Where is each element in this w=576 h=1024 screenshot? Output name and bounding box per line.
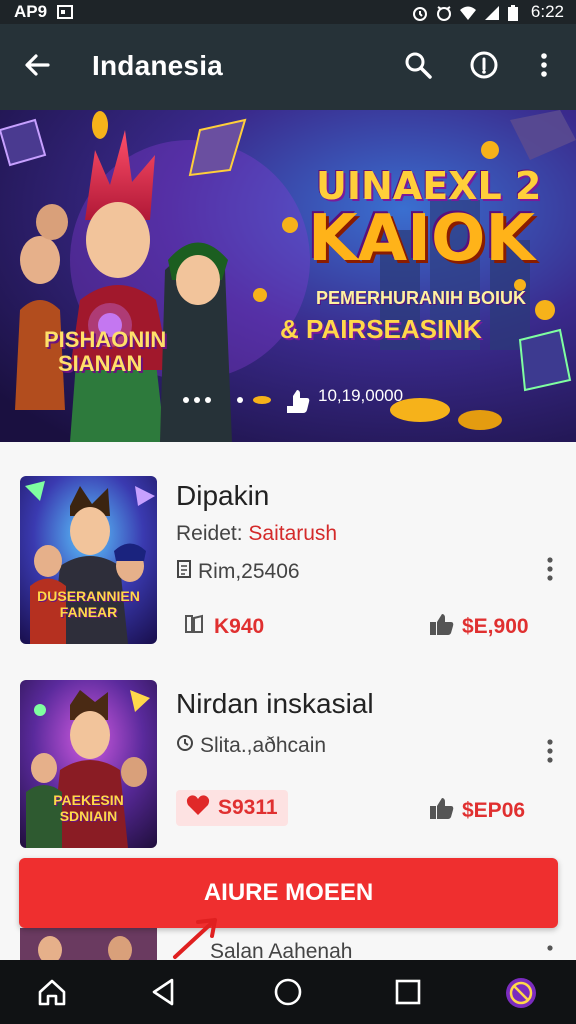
item-thumbnail[interactable]: PAEKESIN SDNIAIN [20, 680, 157, 848]
item-thumb-title-line2: SDNIAIN [59, 808, 118, 824]
item-stat-right[interactable]: $EP06 [428, 796, 525, 826]
thumbs-up-icon [428, 612, 454, 642]
nav-recents-icon[interactable] [392, 976, 424, 1008]
banner-subtitle-line2: & PAIRSEASINK [280, 314, 482, 344]
item-thumb-title: DUSERANNIEN FANEAR [24, 588, 153, 620]
banner-count: 10,19,0000 [318, 386, 404, 405]
item-meta-value: Saitarush [248, 522, 338, 545]
banner-subtitle-line1: PEMERHURANIH BOIUK [316, 288, 527, 308]
banner-artwork [0, 110, 576, 442]
status-bar: AP9 6:22 [0, 0, 576, 24]
partial-item-meta: Salan Aahenah [210, 940, 353, 960]
item-stat-right-value: $E,900 [462, 615, 529, 638]
item-stat-left-value: K940 [214, 615, 265, 638]
nav-home-circle-icon[interactable] [272, 976, 304, 1008]
page-title: Indanesia [92, 50, 223, 81]
item-thumbnail[interactable]: DUSERANNIEN FANEAR [20, 476, 157, 644]
banner-title-line2: KAIOK [308, 202, 535, 276]
heart-icon [186, 794, 210, 822]
home-icon[interactable] [36, 976, 68, 1008]
promo-banner[interactable]: UINAEXL 2 KAIOK PEMERHURANIH BOIUK & PAI… [0, 110, 576, 442]
item-stat-right-value: $EP06 [462, 799, 526, 822]
item-meta-location-text: Slita.,aðhcain [200, 734, 327, 757]
item-name[interactable]: Nirdan inskasial [176, 688, 374, 720]
item-thumb-title-line2: FANEAR [59, 604, 118, 620]
favorite-chip[interactable]: S9311 [176, 790, 288, 826]
item-meta-reidet: Reidet: Saitarush [176, 522, 337, 546]
item-meta-rim-text: Rim,25406 [198, 560, 300, 583]
document-icon [176, 560, 192, 584]
item-stat-left[interactable]: S9311 [176, 790, 288, 826]
app-shortcut-icon[interactable] [504, 976, 536, 1008]
banner-badge-line1: PISHAONIN [44, 327, 167, 352]
info-icon[interactable] [468, 49, 500, 81]
system-nav-bar [0, 960, 576, 1024]
item-stat-left-value: S9311 [218, 796, 278, 819]
back-arrow-icon[interactable] [22, 50, 52, 80]
nav-back-icon[interactable] [148, 976, 180, 1008]
search-icon[interactable] [402, 49, 434, 81]
alarm-icon [411, 4, 427, 21]
item-name[interactable]: Dipakin [176, 480, 269, 512]
item-thumb-title: PAEKESIN SDNIAIN [24, 792, 153, 824]
banner-badge: PISHAONIN SIANAN [44, 328, 166, 376]
item-thumb-title-line1: DUSERANNIEN [37, 588, 140, 604]
item-thumb-title-line1: PAEKESIN [53, 792, 124, 808]
item-thumbnail-partial [20, 928, 157, 960]
thumbs-up-icon [428, 796, 454, 826]
notification-image-icon [57, 4, 74, 20]
signal-icon [483, 4, 499, 20]
item-more-icon[interactable] [543, 556, 557, 582]
battery-icon [507, 4, 523, 21]
app-bar: Indanesia [0, 24, 576, 110]
item-meta-prefix: Reidet: [176, 522, 243, 545]
pointer-arrow-icon [173, 918, 217, 959]
book-outline-icon [182, 612, 206, 642]
list-item-partial[interactable]: Salan Aahenah [0, 928, 576, 960]
status-app-label: AP9 [14, 2, 48, 21]
banner-badge-line2: SIANAN [58, 351, 143, 376]
item-meta-location: Slita.,aðhcain [176, 734, 326, 758]
alarm-clock-icon [435, 4, 451, 21]
more-vert-icon[interactable] [528, 49, 560, 81]
status-time: 6:22 [530, 2, 564, 21]
primary-action-button[interactable]: AIURE MOEEN [19, 858, 558, 928]
item-stat-left[interactable]: K940 [182, 612, 264, 642]
item-more-icon[interactable] [543, 944, 557, 956]
item-meta-rim: Rim,25406 [176, 560, 300, 584]
clock-icon [176, 734, 194, 758]
wifi-icon [459, 4, 476, 20]
item-more-icon[interactable] [543, 738, 557, 764]
item-stat-right[interactable]: $E,900 [428, 612, 529, 642]
